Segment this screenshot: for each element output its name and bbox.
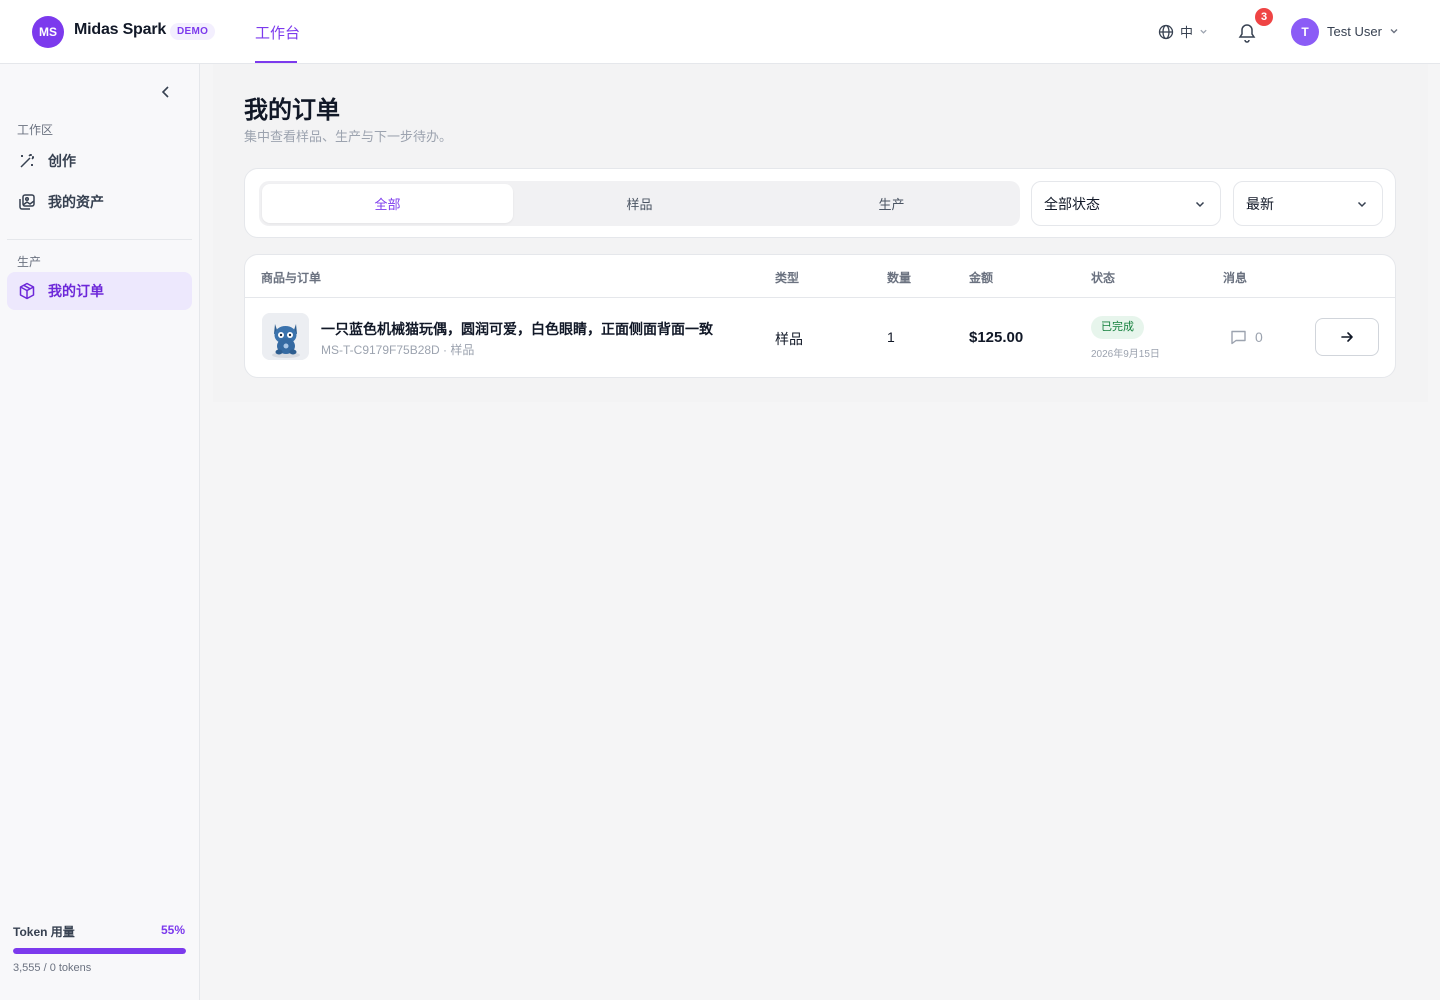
- message-count[interactable]: 0: [1230, 329, 1263, 345]
- table-header-divider: [245, 297, 1395, 298]
- column-header-product: 商品与订单: [261, 271, 322, 285]
- order-meta: MS-T-C9179F75B28D · 样品: [321, 343, 475, 357]
- sidebar-item-assets[interactable]: 我的资产: [7, 183, 192, 221]
- arrow-right-icon: [1341, 332, 1353, 342]
- page-subtitle: 集中查看样品、生产与下一步待办。: [244, 129, 453, 144]
- demo-badge: DEMO: [170, 23, 216, 40]
- chevron-down-icon: [1200, 29, 1207, 34]
- token-usage-bar: [13, 948, 186, 954]
- top-header: MS Midas Spark DEMO 工作台 中 3 T Test User: [0, 0, 1440, 64]
- avatar[interactable]: T: [1291, 18, 1319, 46]
- order-amount: $125.00: [969, 329, 1024, 346]
- message-count-value: 0: [1255, 329, 1263, 345]
- bell-icon[interactable]: [1237, 21, 1257, 43]
- type-segmented-control: 全部 样品 生产: [259, 181, 1020, 226]
- status-badge: 已完成: [1091, 316, 1144, 339]
- sidebar-item-label: 我的订单: [48, 283, 104, 299]
- nav-tab-workbench[interactable]: 工作台: [255, 22, 300, 43]
- sort-value: 最新: [1246, 195, 1274, 212]
- column-header-messages: 消息: [1223, 271, 1248, 285]
- sidebar-item-my-orders[interactable]: 我的订单: [7, 272, 192, 310]
- section-label-workspace: 工作区: [17, 123, 54, 137]
- product-thumbnail: [262, 313, 309, 360]
- sidebar-item-label: 我的资产: [48, 194, 104, 210]
- tab-sample[interactable]: 样品: [514, 184, 765, 223]
- images-icon: [19, 194, 35, 210]
- column-header-status: 状态: [1091, 271, 1116, 285]
- tab-all[interactable]: 全部: [262, 184, 513, 223]
- token-usage-count: 3,555 / 0 tokens: [13, 962, 92, 974]
- status-filter-select[interactable]: 全部状态: [1031, 181, 1221, 226]
- product-name[interactable]: 一只蓝色机械猫玩偶，圆润可爱，白色眼睛，正面侧面背面一致: [321, 319, 713, 339]
- section-label-production: 生产: [17, 255, 42, 269]
- magic-wand-icon: [20, 153, 35, 168]
- collapse-sidebar-icon[interactable]: [158, 84, 174, 100]
- sidebar-divider: [7, 239, 192, 240]
- column-header-amount: 金额: [969, 271, 994, 285]
- chat-bubble-icon: [1231, 330, 1246, 345]
- sidebar: 工作区 创作 我的资产 生产 我的订单 Token 用量 55% 3,555 /…: [0, 64, 200, 1000]
- sidebar-item-create[interactable]: 创作: [7, 142, 192, 180]
- column-header-type: 类型: [775, 271, 800, 285]
- token-usage-fill: [13, 948, 186, 954]
- nav-tab-underline: [255, 61, 297, 63]
- order-quantity: 1: [887, 329, 895, 345]
- sort-select[interactable]: 最新: [1233, 181, 1383, 226]
- column-header-quantity: 数量: [887, 271, 912, 285]
- box-icon: [19, 282, 35, 300]
- status-filter-value: 全部状态: [1044, 195, 1100, 212]
- language-switcher[interactable]: 中: [1158, 22, 1208, 41]
- language-label: 中: [1180, 25, 1194, 40]
- sidebar-item-label: 创作: [48, 153, 76, 169]
- globe-icon: [1158, 24, 1174, 39]
- order-type: 样品: [775, 331, 803, 347]
- chevron-down-icon: [1195, 201, 1205, 208]
- chevron-down-icon: [1357, 201, 1367, 208]
- orders-table: 商品与订单 类型 数量 金额 状态 消息 一只蓝色机械猫玩偶，圆润可爱，白色眼睛…: [244, 254, 1396, 378]
- brand-name: Midas Spark: [74, 21, 167, 38]
- robot-cat-toy-image: [262, 313, 309, 360]
- status-date: 2026年9月15日: [1091, 349, 1160, 360]
- filter-bar: 全部 样品 生产 全部状态 最新: [244, 168, 1396, 238]
- token-usage-percent: 55%: [160, 923, 185, 937]
- chevron-down-icon[interactable]: [1389, 26, 1399, 36]
- logo-badge: MS: [32, 16, 64, 48]
- user-name[interactable]: Test User: [1327, 24, 1382, 39]
- view-order-button[interactable]: [1315, 318, 1379, 356]
- notification-count-badge: 3: [1255, 8, 1273, 26]
- token-usage-label: Token 用量: [13, 925, 75, 939]
- page-title: 我的订单: [244, 97, 340, 124]
- tab-production[interactable]: 生产: [766, 184, 1017, 223]
